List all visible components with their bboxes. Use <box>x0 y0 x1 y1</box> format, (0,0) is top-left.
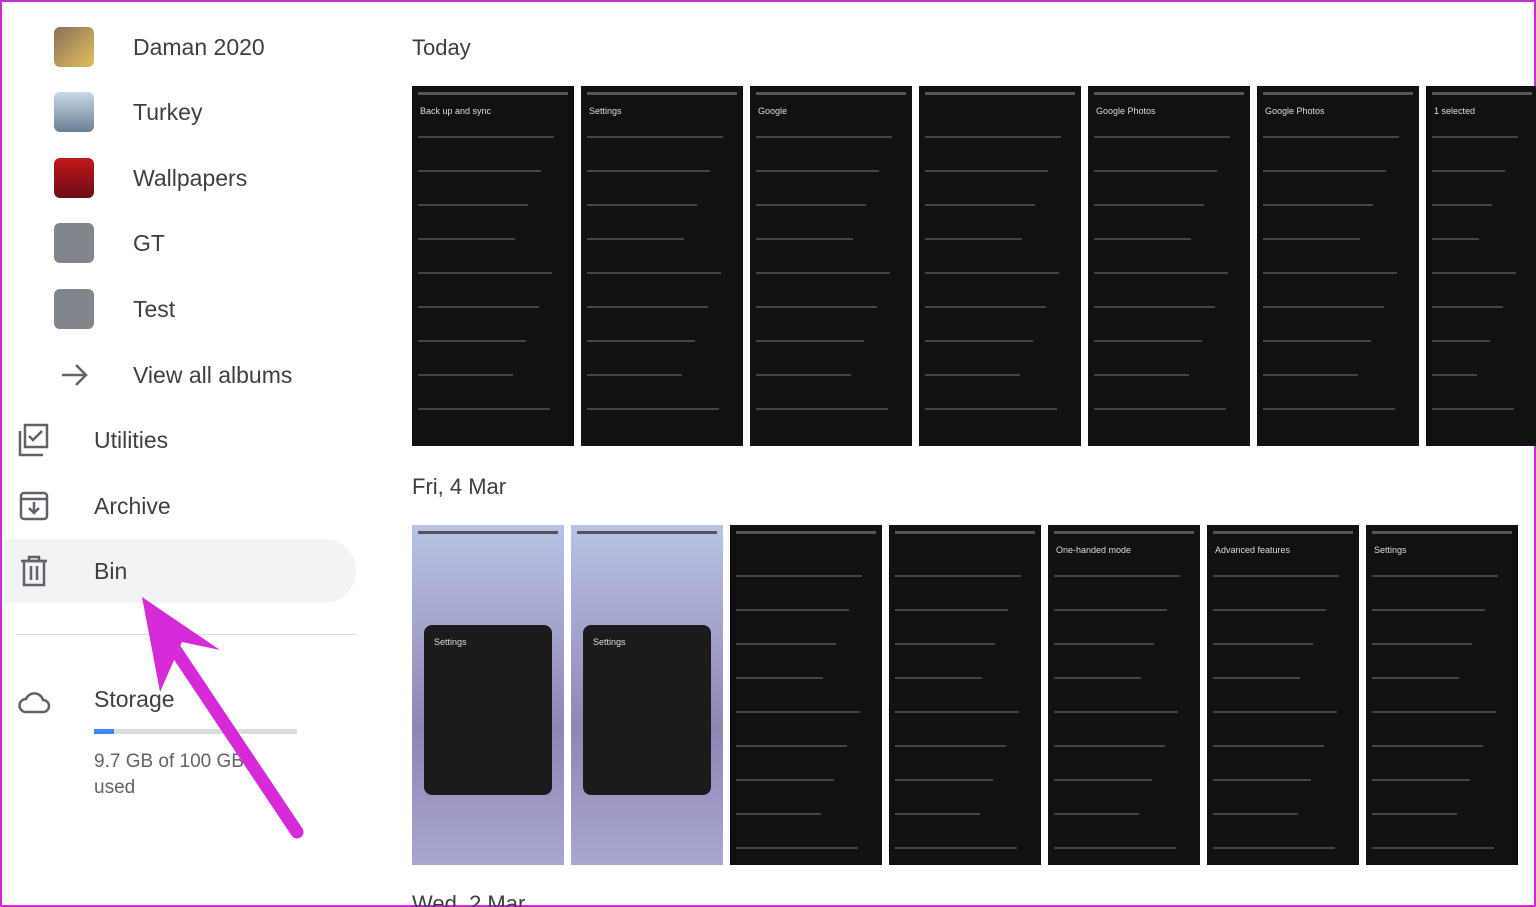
annotation-arrow <box>142 597 304 839</box>
